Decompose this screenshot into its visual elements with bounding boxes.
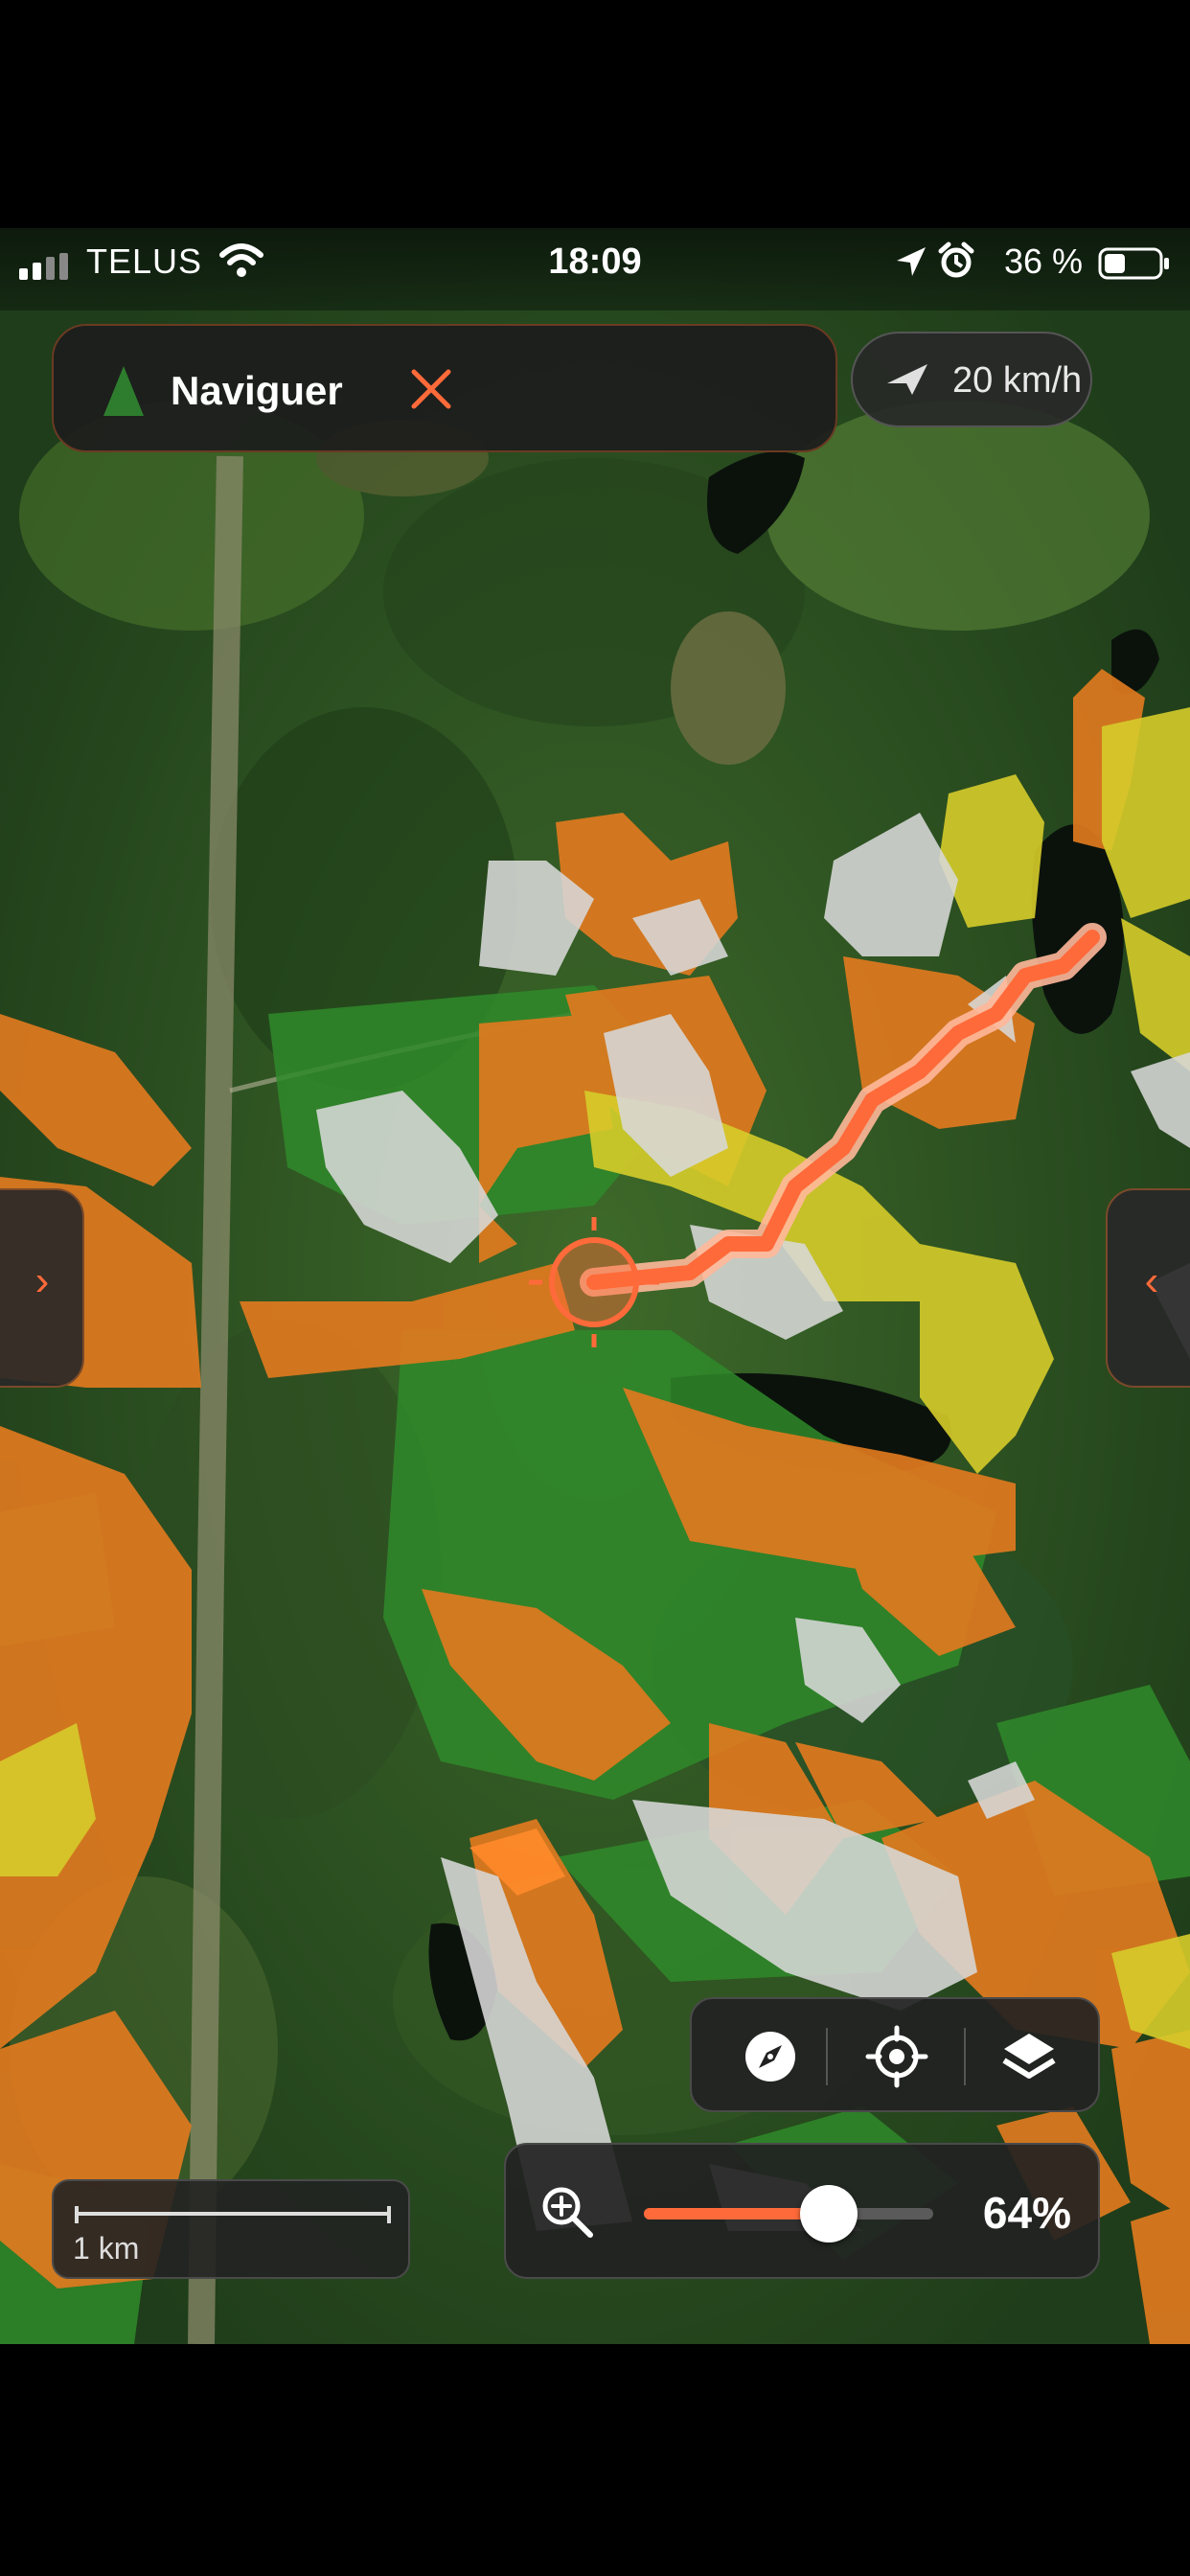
zoom-in-icon[interactable] bbox=[538, 2183, 596, 2241]
scale-bar bbox=[75, 2206, 391, 2223]
compass-icon[interactable] bbox=[732, 2018, 809, 2095]
right-panel-toggle[interactable]: ‹ bbox=[1106, 1188, 1190, 1388]
battery-percent: 36 % bbox=[1003, 242, 1083, 281]
close-icon[interactable] bbox=[406, 364, 456, 414]
status-bar: TELUS 18:09 36 % bbox=[0, 228, 1190, 310]
chevron-left-icon: ‹ bbox=[1144, 1257, 1159, 1304]
location-arrow-icon bbox=[897, 247, 926, 276]
alarm-icon bbox=[938, 242, 974, 278]
map-controls bbox=[690, 1997, 1100, 2112]
zoom-control: 64% bbox=[504, 2143, 1100, 2279]
scale-label: 1 km bbox=[73, 2231, 140, 2266]
navigate-label: Naviguer bbox=[171, 368, 343, 413]
speed-indicator[interactable]: 20 km/h bbox=[851, 332, 1092, 427]
speed-arrow-icon bbox=[887, 364, 927, 395]
map-scale: 1 km bbox=[52, 2179, 410, 2279]
locate-icon[interactable] bbox=[858, 2018, 935, 2095]
left-panel-toggle[interactable]: › bbox=[0, 1188, 84, 1388]
divider bbox=[964, 2028, 966, 2085]
speed-value: 20 km/h bbox=[952, 360, 1083, 401]
tree-icon bbox=[103, 366, 144, 416]
zoom-slider[interactable] bbox=[644, 2185, 933, 2242]
navigation-bar[interactable]: Naviguer bbox=[52, 324, 837, 452]
divider bbox=[826, 2028, 828, 2085]
zoom-percent: 64% bbox=[982, 2188, 1071, 2238]
chevron-right-icon: › bbox=[34, 1257, 50, 1304]
layers-icon[interactable] bbox=[991, 2018, 1067, 2095]
battery-icon bbox=[1098, 247, 1169, 280]
zoom-slider-thumb[interactable] bbox=[800, 2185, 858, 2242]
